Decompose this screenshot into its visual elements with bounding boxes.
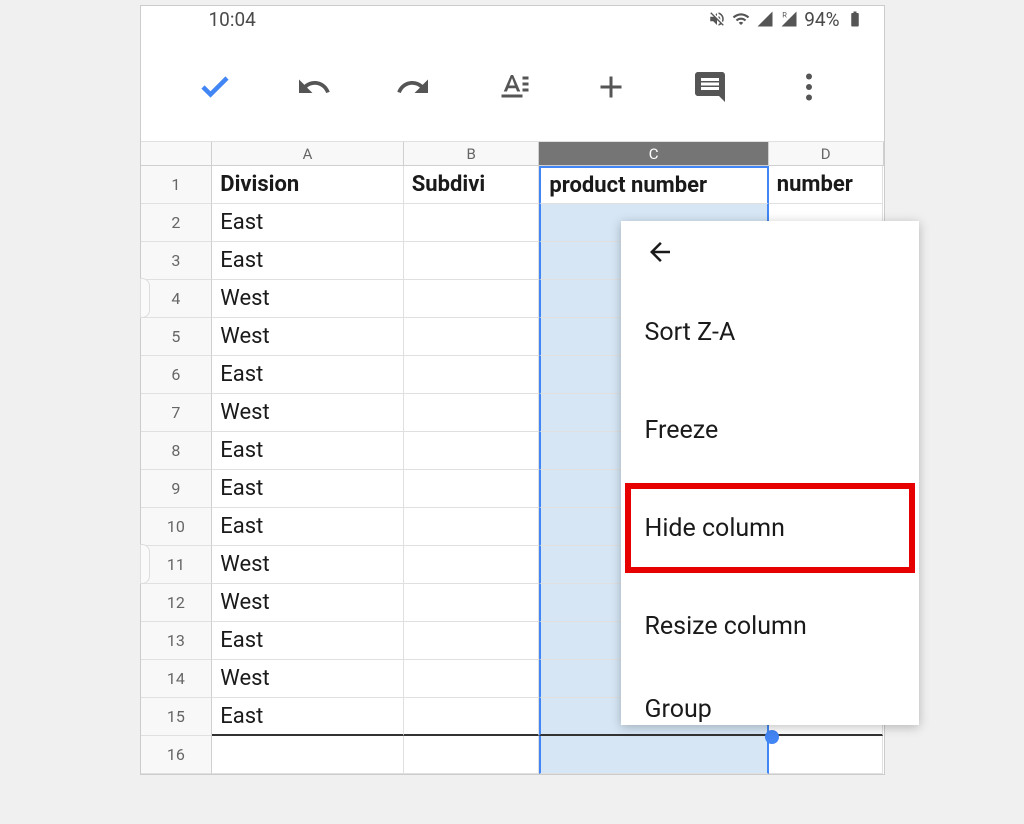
back-arrow-icon	[645, 237, 675, 267]
row-number[interactable]: 14	[141, 660, 213, 698]
cell[interactable]: East	[212, 356, 403, 394]
cell[interactable]	[404, 508, 540, 546]
wifi-icon	[732, 10, 750, 28]
cell[interactable]	[404, 318, 540, 356]
corner-cell[interactable]	[141, 142, 213, 166]
cell[interactable]	[404, 546, 540, 584]
row-number[interactable]: 2	[141, 204, 213, 242]
more-button[interactable]	[787, 65, 831, 109]
cell[interactable]: East	[212, 204, 403, 242]
row-number[interactable]: 3	[141, 242, 213, 280]
cell[interactable]: East	[212, 470, 403, 508]
col-header-d[interactable]: D	[769, 142, 884, 166]
row-number[interactable]: 8	[141, 432, 213, 470]
cell[interactable]	[404, 242, 540, 280]
row-number[interactable]: 12	[141, 584, 213, 622]
status-icons: R 94%	[708, 8, 863, 31]
menu-sort-za[interactable]: Sort Z-A	[621, 283, 919, 381]
cell[interactable]	[769, 736, 884, 774]
cell[interactable]	[404, 356, 540, 394]
cell[interactable]: East	[212, 698, 403, 736]
mute-icon	[708, 10, 726, 28]
cell[interactable]: East	[212, 508, 403, 546]
cell[interactable]: East	[212, 622, 403, 660]
cell[interactable]	[404, 280, 540, 318]
row-number[interactable]: 13	[141, 622, 213, 660]
column-headers: A B C D	[141, 142, 884, 166]
cell[interactable]	[404, 622, 540, 660]
menu-group[interactable]: Group	[621, 675, 919, 725]
add-button[interactable]	[589, 65, 633, 109]
menu-back-button[interactable]	[621, 221, 919, 283]
menu-resize-column[interactable]: Resize column	[621, 577, 919, 675]
undo-button[interactable]	[292, 65, 336, 109]
cell[interactable]: East	[212, 242, 403, 280]
menu-hide-column[interactable]: Hide column	[621, 479, 919, 577]
text-format-button[interactable]	[490, 65, 534, 109]
svg-text:R: R	[782, 11, 787, 20]
row-number[interactable]: 6	[141, 356, 213, 394]
cell[interactable]	[404, 394, 540, 432]
cell[interactable]	[404, 736, 540, 774]
comment-button[interactable]	[688, 65, 732, 109]
confirm-button[interactable]	[193, 65, 237, 109]
cell[interactable]: East	[212, 432, 403, 470]
cell[interactable]: West	[212, 660, 403, 698]
context-menu: Sort Z-A Freeze Hide column Resize colum…	[621, 221, 919, 725]
cell[interactable]	[212, 736, 403, 774]
col-header-c[interactable]: C	[539, 142, 768, 166]
status-time: 10:04	[161, 8, 256, 31]
cell[interactable]: West	[212, 318, 403, 356]
sheet-tab-notch[interactable]	[140, 278, 150, 318]
battery-percent: 94%	[804, 8, 839, 31]
toolbar	[141, 32, 884, 142]
row-number[interactable]: 11	[141, 546, 213, 584]
cell-b1[interactable]: Subdivi	[404, 166, 540, 204]
menu-freeze[interactable]: Freeze	[621, 381, 919, 479]
row-number[interactable]: 4	[141, 280, 213, 318]
cell[interactable]	[404, 698, 540, 736]
redo-button[interactable]	[391, 65, 435, 109]
selection-handle-icon[interactable]	[765, 730, 779, 744]
sheet-tab-notch[interactable]	[140, 544, 150, 584]
cell[interactable]	[404, 660, 540, 698]
row-number[interactable]: 15	[141, 698, 213, 736]
cell[interactable]: West	[212, 546, 403, 584]
cell[interactable]	[404, 470, 540, 508]
cell[interactable]: West	[212, 584, 403, 622]
cell[interactable]	[404, 584, 540, 622]
row-number[interactable]: 16	[141, 736, 213, 774]
cell[interactable]	[539, 736, 768, 774]
row-number[interactable]: 9	[141, 470, 213, 508]
row-number[interactable]: 7	[141, 394, 213, 432]
col-header-b[interactable]: B	[404, 142, 540, 166]
cell-a1[interactable]: Division	[212, 166, 403, 204]
cell[interactable]: West	[212, 394, 403, 432]
battery-icon	[846, 10, 864, 28]
signal-icon-1	[756, 10, 774, 28]
cell-d1[interactable]: number	[769, 166, 884, 204]
signal-icon-2: R	[780, 10, 798, 28]
cell[interactable]	[404, 432, 540, 470]
status-bar: 10:04 R 94%	[141, 6, 884, 32]
device-frame: 10:04 R 94%	[140, 5, 885, 775]
cell-c1[interactable]: product number	[539, 166, 768, 204]
row-number[interactable]: 10	[141, 508, 213, 546]
row-number[interactable]: 5	[141, 318, 213, 356]
cell[interactable]: West	[212, 280, 403, 318]
col-header-a[interactable]: A	[212, 142, 403, 166]
cell[interactable]	[404, 204, 540, 242]
table-row: 1 Division Subdivi product number number	[141, 166, 884, 204]
row-number[interactable]: 1	[141, 166, 213, 204]
